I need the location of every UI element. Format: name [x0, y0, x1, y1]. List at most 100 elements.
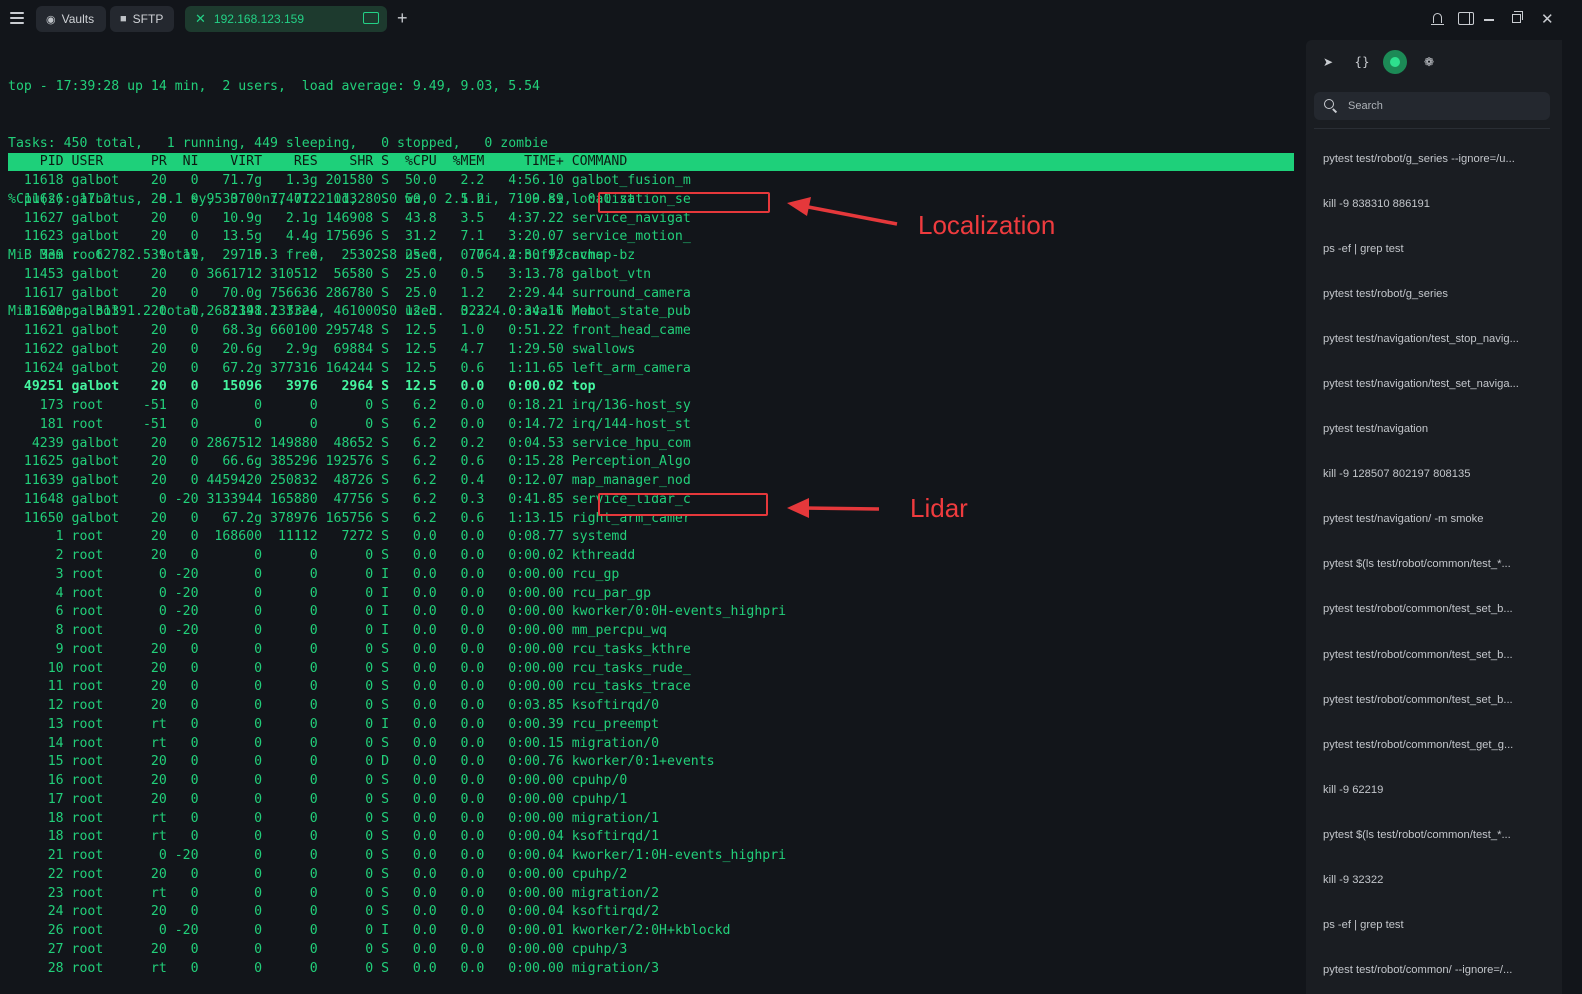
lidar-highlight-box [598, 493, 768, 516]
summary-line: Tasks: 450 total, 1 running, 449 sleepin… [8, 135, 548, 151]
history-item[interactable]: pytest test/robot/g_series --ignore=/u..… [1306, 136, 1562, 181]
history-item[interactable]: pytest test/robot/common/test_get_g... [1306, 722, 1562, 767]
terminal-pane[interactable]: top - 17:39:28 up 14 min, 2 users, load … [0, 38, 1300, 994]
process-row: 27 root 20 0 0 0 0 S 0.0 0.0 0:00.00 cpu… [8, 941, 628, 957]
history-item[interactable]: kill -9 32322 [1306, 858, 1562, 903]
process-row: 8 root 0 -20 0 0 0 I 0.0 0.0 0:00.00 mm_… [8, 623, 667, 638]
folder-icon: ■ [120, 13, 127, 25]
history-item-label: pytest test/robot/common/test_get_g... [1323, 738, 1514, 751]
close-icon[interactable]: ✕ [195, 11, 206, 27]
history-item-label: pytest test/robot/common/test_set_b... [1323, 693, 1513, 706]
restore-button[interactable] [1512, 11, 1523, 23]
tab-vaults[interactable]: ◉ Vaults [36, 6, 106, 32]
active-dot-icon[interactable] [1383, 50, 1407, 74]
history-item-label: pytest $(ls test/robot/common/test_*... [1323, 828, 1511, 841]
localization-highlight-box [598, 192, 770, 213]
process-row: 49251 galbot 20 0 15096 3976 2964 S 12.5… [8, 379, 596, 395]
process-row: 18 root rt 0 0 0 0 S 0.0 0.0 0:00.04 kso… [8, 829, 660, 845]
history-item-label: kill -9 62219 [1323, 783, 1384, 796]
history-item[interactable]: pytest test/navigation/test_stop_navig..… [1306, 316, 1562, 361]
process-row: 14 root rt 0 0 0 0 S 0.0 0.0 0:00.15 mig… [8, 735, 660, 751]
process-row: 2 root 20 0 0 0 0 S 0.0 0.0 0:00.02 kthr… [8, 548, 636, 563]
process-row: 11639 galbot 20 0 4459420 250832 48726 S… [8, 473, 691, 488]
search-box[interactable] [1314, 92, 1550, 120]
process-row: 16 root 20 0 0 0 0 S 0.0 0.0 0:00.00 cpu… [8, 773, 628, 788]
process-row: 173 root -51 0 0 0 0 S 6.2 0.0 0:18.21 i… [8, 398, 691, 413]
history-item[interactable]: kill -9 62219 [1306, 767, 1562, 812]
tab-label: 192.168.123.159 [213, 12, 304, 26]
history-item[interactable]: ps -ef | grep test [1306, 903, 1562, 948]
close-window-button[interactable]: ✕ [1541, 10, 1554, 28]
history-item[interactable]: pytest test/navigation/ -m smoke [1306, 497, 1562, 542]
history-item[interactable]: pytest test/robot/common/test_set_b... [1306, 632, 1562, 677]
history-item[interactable]: pytest $(ls test/robot/common/test_*... [1306, 812, 1562, 857]
minimize-button[interactable] [1484, 19, 1494, 21]
vault-icon: ◉ [46, 13, 56, 26]
process-row: 11620 galbot 20 0 2682148 133324 46100 S… [8, 304, 691, 320]
history-item[interactable]: kill -9 838310 886191 [1306, 181, 1562, 226]
history-item-label: kill -9 838310 886191 [1323, 197, 1430, 210]
header-row: PID USER PR NI VIRT RES SHR S %CPU %MEM … [8, 154, 628, 169]
process-row: 11622 galbot 20 0 20.6g 2.9g 69884 S 12.… [8, 341, 636, 357]
process-row: 12 root 20 0 0 0 0 S 0.0 0.0 0:03.85 kso… [8, 698, 660, 713]
history-item-label: pytest test/robot/g_series [1323, 287, 1448, 300]
palette-icon[interactable]: ❁ [1417, 50, 1441, 74]
history-item[interactable]: pytest test/robot/common/test_set_b... [1306, 677, 1562, 722]
snippets-sidebar: ➤ {} ❁ pytest test/robot/g_series --igno… [1306, 40, 1562, 994]
process-row: 339 root 39 19 0 0 0 S 25.0 0.0 2:30.93 … [8, 248, 636, 263]
new-tab-button[interactable]: + [397, 8, 408, 29]
process-row: 22 root 20 0 0 0 0 S 0.0 0.0 0:00.00 cpu… [8, 866, 628, 882]
split-view-icon[interactable] [1458, 12, 1474, 25]
history-item-label: kill -9 32322 [1323, 874, 1384, 887]
process-row: 24 root 20 0 0 0 0 S 0.0 0.0 0:00.04 kso… [8, 904, 660, 920]
history-item[interactable]: pytest test/navigation/test_set_naviga..… [1306, 361, 1562, 406]
history-item-label: pytest test/robot/common/test_set_b... [1323, 603, 1513, 616]
history-item[interactable]: ps -ef | grep test [1306, 226, 1562, 271]
lidar-annotation: Lidar [910, 493, 968, 523]
rocket-icon[interactable]: ➤ [1316, 50, 1340, 74]
process-row: 11617 galbot 20 0 70.0g 756636 286780 S … [8, 285, 691, 301]
hamburger-menu-icon[interactable] [10, 12, 24, 24]
process-row: 9 root 20 0 0 0 0 S 0.0 0.0 0:00.00 rcu_… [8, 641, 691, 657]
tab-ssh-session[interactable]: ✕ 192.168.123.159 [185, 6, 387, 32]
history-item-label: ps -ef | grep test [1323, 242, 1404, 255]
history-item-label: pytest $(ls test/robot/common/test_*... [1323, 558, 1511, 571]
process-row: 4239 galbot 20 0 2867512 149880 48652 S … [8, 435, 691, 451]
lidar-arrow-icon [787, 498, 880, 518]
history-item[interactable]: pytest test/robot/common/ --ignore=/... [1306, 948, 1562, 993]
process-table: 11618 galbot 20 0 71.7g 1.3g 201580 S 50… [8, 172, 786, 978]
search-icon [1324, 99, 1334, 109]
history-item-label: pytest test/robot/common/test_set_b... [1323, 648, 1513, 661]
tab-label: SFTP [132, 12, 164, 26]
bell-icon[interactable] [1431, 13, 1444, 25]
process-row: 17 root 20 0 0 0 0 S 0.0 0.0 0:00.00 cpu… [8, 791, 628, 807]
process-row: 181 root -51 0 0 0 0 S 6.2 0.0 0:14.72 i… [8, 416, 691, 432]
braces-icon[interactable]: {} [1350, 50, 1374, 74]
localization-arrow-icon [787, 197, 898, 226]
process-row: 11624 galbot 20 0 67.2g 377316 164244 S … [8, 360, 691, 376]
terminal-icon [363, 12, 379, 24]
history-item[interactable]: kill -9 128507 802197 808135 [1306, 452, 1562, 497]
process-row: 11625 galbot 20 0 66.6g 385296 192576 S … [8, 454, 691, 470]
history-item[interactable]: pytest test/robot/common/test_set_b... [1306, 587, 1562, 632]
tab-sftp[interactable]: ■ SFTP [110, 6, 174, 32]
history-item[interactable]: pytest $(ls test/robot/common/test_*... [1306, 542, 1562, 587]
localization-annotation: Localization [918, 210, 1056, 240]
history-item-label: pytest test/navigation/ -m smoke [1323, 513, 1484, 526]
process-row: 6 root 0 -20 0 0 0 I 0.0 0.0 0:00.00 kwo… [8, 604, 787, 620]
history-item-label: pytest test/navigation/test_set_naviga..… [1323, 378, 1519, 391]
history-item[interactable]: pytest test/navigation [1306, 407, 1562, 452]
tab-label: Vaults [61, 12, 95, 26]
process-row: 23 root rt 0 0 0 0 S 0.0 0.0 0:00.00 mig… [8, 885, 660, 901]
process-row: 11621 galbot 20 0 68.3g 660100 295748 S … [8, 323, 691, 338]
search-input[interactable] [1348, 97, 1538, 115]
process-row: 11618 galbot 20 0 71.7g 1.3g 201580 S 50… [8, 173, 691, 188]
process-row: 1 root 20 0 168600 11112 7272 S 0.0 0.0 … [8, 529, 628, 545]
process-row: 11453 galbot 20 0 3661712 310512 56580 S… [8, 266, 652, 282]
history-item-label: pytest test/robot/g_series --ignore=/u..… [1323, 152, 1515, 165]
summary-line: top - 17:39:28 up 14 min, 2 users, load … [8, 79, 540, 95]
process-row: 28 root rt 0 0 0 0 S 0.0 0.0 0:00.00 mig… [8, 960, 660, 976]
process-row: 4 root 0 -20 0 0 0 I 0.0 0.0 0:00.00 rcu… [8, 585, 652, 601]
history-item[interactable]: pytest test/robot/g_series [1306, 271, 1562, 316]
history-item-label: pytest test/navigation/test_stop_navig..… [1323, 332, 1519, 345]
